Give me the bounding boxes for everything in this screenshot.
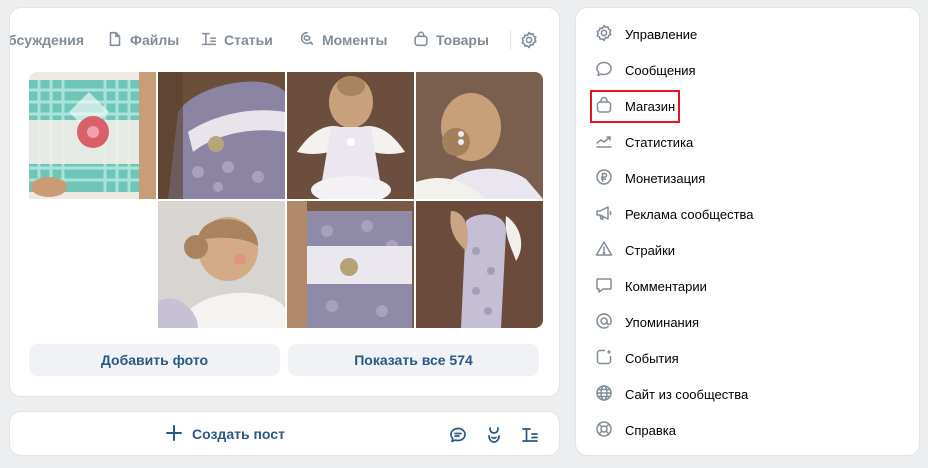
menu-item-messages[interactable]: Сообщения <box>594 52 904 88</box>
gear-icon[interactable] <box>519 30 539 50</box>
ruble-icon <box>594 167 614 190</box>
photo-thumbnail[interactable] <box>287 201 414 328</box>
bag-icon <box>412 30 430 51</box>
tab-files[interactable]: Файлы <box>106 30 179 50</box>
menu-label: Комментарии <box>625 278 707 294</box>
menu-label: Монетизация <box>625 170 706 186</box>
megaphone-icon <box>594 203 614 226</box>
photo-thumbnail[interactable] <box>158 201 285 328</box>
photo-thumbnail[interactable] <box>416 72 543 199</box>
create-post-button[interactable]: Создать пост <box>165 424 285 444</box>
menu-label: Статистика <box>625 134 694 150</box>
stats-icon <box>594 131 614 154</box>
menu-item-mentions[interactable]: Упоминания <box>594 304 904 340</box>
community-menu: Управление Сообщения Магазин Статистика … <box>575 7 920 456</box>
menu-item-statistics[interactable]: Статистика <box>594 124 904 160</box>
comment-icon <box>594 275 614 298</box>
menu-label: Управление <box>625 26 698 42</box>
gear-icon <box>594 23 614 46</box>
photo-thumbnail[interactable] <box>287 72 414 199</box>
menu-item-strikes[interactable]: Страйки <box>594 232 904 268</box>
article-icon <box>200 30 218 51</box>
tab-discussions[interactable]: бсуждения <box>9 30 85 50</box>
menu-item-site[interactable]: Сайт из сообщества <box>594 376 904 412</box>
photo-thumbnail[interactable] <box>29 72 156 199</box>
article-icon[interactable] <box>520 425 540 445</box>
tab-label: Товары <box>436 32 489 48</box>
clip-icon <box>298 30 316 51</box>
menu-item-ads[interactable]: Реклама сообщества <box>594 196 904 232</box>
photo-thumbnail[interactable] <box>416 201 543 328</box>
menu-label: Реклама сообщества <box>625 206 754 222</box>
menu-label: Справка <box>625 422 676 438</box>
tab-label: Статьи <box>224 32 273 48</box>
file-icon <box>106 30 124 51</box>
menu-item-management[interactable]: Управление <box>594 16 904 52</box>
add-photo-button[interactable]: Добавить фото <box>29 344 280 376</box>
menu-label: События <box>625 350 679 366</box>
tab-articles[interactable]: Статьи <box>200 30 273 50</box>
tab-label: бсуждения <box>9 32 85 48</box>
tab-goods[interactable]: Товары <box>412 30 489 50</box>
shop-highlight-frame <box>590 90 680 123</box>
clip-icon[interactable] <box>484 425 504 445</box>
create-post-card: Создать пост <box>9 411 560 456</box>
plus-icon <box>165 424 183 445</box>
create-post-label: Создать пост <box>192 426 285 442</box>
tab-divider <box>510 31 511 49</box>
message-icon <box>594 59 614 82</box>
tab-moments[interactable]: Моменты <box>298 30 387 50</box>
photo-thumbnail[interactable] <box>158 72 285 199</box>
menu-item-help[interactable]: Справка <box>594 412 904 448</box>
event-icon <box>594 347 614 370</box>
tab-label: Моменты <box>322 32 388 48</box>
globe-icon <box>594 383 614 406</box>
photos-card: бсуждения Файлы Статьи Моменты Товары До… <box>9 7 560 397</box>
menu-label: Сообщения <box>625 62 696 78</box>
tab-bar: бсуждения Файлы Статьи Моменты Товары <box>9 8 559 72</box>
warning-icon <box>594 239 614 262</box>
menu-label: Упоминания <box>625 314 700 330</box>
help-icon <box>594 419 614 442</box>
at-icon <box>594 311 614 334</box>
tab-label: Файлы <box>130 32 180 48</box>
menu-item-comments[interactable]: Комментарии <box>594 268 904 304</box>
menu-label: Страйки <box>625 242 676 258</box>
menu-label: Сайт из сообщества <box>625 386 749 402</box>
show-all-photos-button[interactable]: Показать все 574 <box>288 344 539 376</box>
chat-icon[interactable] <box>448 425 468 445</box>
menu-item-monetization[interactable]: Монетизация <box>594 160 904 196</box>
menu-item-events[interactable]: События <box>594 340 904 376</box>
